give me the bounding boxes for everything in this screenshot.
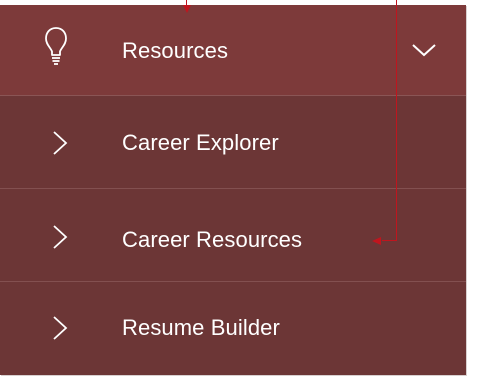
annotation-arrow-icon <box>183 5 191 13</box>
menu-item-label: Resume Builder <box>122 315 280 340</box>
menu-item-label: Career Resources <box>122 227 303 252</box>
annotation-arrow-icon <box>372 237 381 245</box>
screenshot-stage: Resources Career Explorer Career Resourc… <box>0 0 487 380</box>
resources-menu-label: Resources <box>122 38 229 63</box>
annotation-line-vertical <box>396 0 397 241</box>
menu-item-label: Career Explorer <box>122 130 279 155</box>
chevron-right-icon <box>52 224 68 250</box>
chevron-right-icon <box>52 130 68 156</box>
annotation-line-horizontal <box>382 240 397 241</box>
menu-item-resume-builder[interactable]: Resume Builder <box>0 282 466 374</box>
chevron-right-icon <box>52 315 68 341</box>
lightbulb-icon <box>44 26 68 68</box>
chevron-down-icon[interactable] <box>411 43 437 57</box>
